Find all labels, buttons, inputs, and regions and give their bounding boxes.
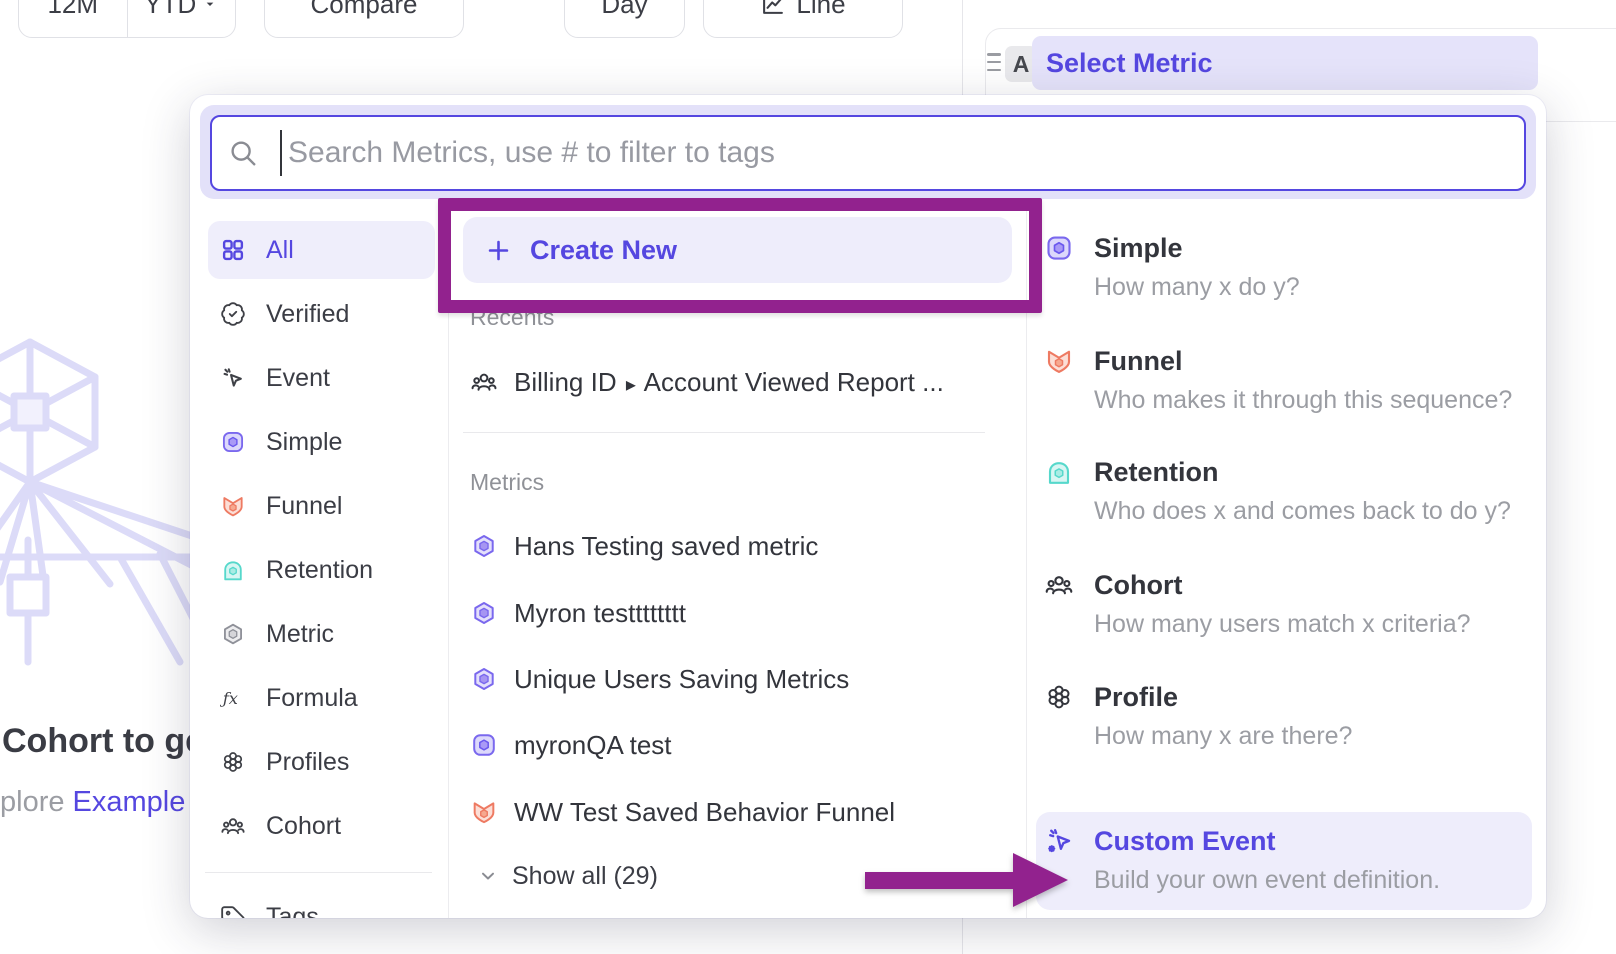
search-metrics-input[interactable] xyxy=(210,115,1526,191)
tag-icon xyxy=(220,905,246,919)
funnel-icon xyxy=(1044,346,1074,376)
cohort-icon xyxy=(1044,570,1074,600)
sidebar-item-funnel[interactable]: Funnel xyxy=(208,477,435,535)
cohort-icon xyxy=(220,813,246,839)
empty-state-explore-line: plore Example R xyxy=(0,786,214,819)
metric-list-item[interactable]: WW Test Saved Behavior Funnel xyxy=(470,792,895,832)
explore-text: plore xyxy=(0,786,73,818)
type-simple[interactable]: SimpleHow many x do y? xyxy=(1044,228,1300,304)
line-chart-icon xyxy=(760,0,786,17)
sidebar-item-cohort[interactable]: Cohort xyxy=(208,797,435,855)
text-cursor xyxy=(280,130,282,176)
saved-metric-hexagon-icon xyxy=(470,532,498,560)
type-retention[interactable]: RetentionWho does x and comes back to do… xyxy=(1044,452,1511,528)
metric-list-item[interactable]: Hans Testing saved metric xyxy=(470,526,818,566)
recent-item-label: Billing ID ▸ Account Viewed Report ... xyxy=(514,367,944,398)
type-profile[interactable]: ProfileHow many x are there? xyxy=(1044,677,1352,753)
plus-icon xyxy=(485,237,512,264)
sidebar-item-metric[interactable]: Metric xyxy=(208,605,435,663)
metric-list-item[interactable]: Myron testttttttt xyxy=(470,593,686,633)
sidebar-item-event[interactable]: Event xyxy=(208,349,435,407)
range-ytd-button[interactable]: YTD xyxy=(127,0,236,37)
type-funnel[interactable]: FunnelWho makes it through this sequence… xyxy=(1044,341,1512,417)
sidebar-item-verified[interactable]: Verified xyxy=(208,285,435,343)
simple-metric-icon xyxy=(470,731,498,759)
metric-list-item[interactable]: myronQA test xyxy=(470,725,672,765)
range-12m-button[interactable]: 12M xyxy=(19,0,127,37)
funnel-icon xyxy=(220,493,246,519)
recent-item-billing[interactable]: Billing ID ▸ Account Viewed Report ... xyxy=(470,362,944,402)
chevron-down-icon xyxy=(478,866,498,886)
type-custom-event[interactable]: Custom EventBuild your own event definit… xyxy=(1044,821,1440,897)
cohort-icon xyxy=(470,368,498,396)
search-icon xyxy=(228,138,258,168)
line-chart-type-button[interactable]: Line xyxy=(703,0,903,38)
simple-metric-icon xyxy=(1044,233,1074,263)
saved-metric-hexagon-icon xyxy=(470,665,498,693)
column-divider xyxy=(448,207,449,918)
recents-heading: Recents xyxy=(470,304,554,331)
column-divider xyxy=(1026,207,1027,918)
select-metric-pill[interactable]: Select Metric xyxy=(1032,36,1538,90)
caret-down-icon xyxy=(202,0,218,12)
type-cohort[interactable]: CohortHow many users match x criteria? xyxy=(1044,565,1471,641)
funnel-icon xyxy=(470,798,498,826)
sidebar-item-tags-clipped[interactable]: Tags xyxy=(220,903,319,918)
profiles-icon xyxy=(220,749,246,775)
profiles-icon xyxy=(1044,682,1074,712)
drag-handle-icon[interactable] xyxy=(987,53,1001,71)
grid-icon xyxy=(220,237,246,263)
retention-icon xyxy=(220,557,246,583)
metric-hexagon-icon xyxy=(220,621,246,647)
show-all-toggle[interactable]: Show all (29) xyxy=(478,856,658,896)
sidebar-divider xyxy=(205,872,432,873)
create-new-button[interactable]: Create New xyxy=(463,217,1012,283)
empty-state-headline: Cohort to ge xyxy=(2,722,204,761)
date-range-segmented-control: 12M YTD xyxy=(18,0,236,38)
metric-list-item[interactable]: Unique Users Saving Metrics xyxy=(470,659,849,699)
sidebar-item-profiles[interactable]: Profiles xyxy=(208,733,435,791)
custom-event-icon xyxy=(1044,826,1074,856)
recents-metrics-divider xyxy=(463,432,985,433)
day-granularity-button[interactable]: Day xyxy=(564,0,685,38)
saved-metric-hexagon-icon xyxy=(470,599,498,627)
report-page: Cohort to ge plore Example R 12M YTD Com… xyxy=(0,0,1616,954)
sidebar-item-formula[interactable]: Formula xyxy=(208,669,435,727)
event-cursor-icon xyxy=(220,365,246,391)
verified-badge-icon xyxy=(220,301,246,327)
sidebar-item-all[interactable]: All xyxy=(208,221,435,279)
sidebar-item-retention[interactable]: Retention xyxy=(208,541,435,599)
compare-button[interactable]: Compare xyxy=(264,0,464,38)
empty-state-wireframe-graphic xyxy=(0,332,200,672)
sidebar-item-simple[interactable]: Simple xyxy=(208,413,435,471)
simple-metric-icon xyxy=(220,429,246,455)
formula-icon xyxy=(220,685,246,711)
retention-icon xyxy=(1044,457,1074,487)
metrics-heading: Metrics xyxy=(470,469,544,496)
caret-separator: ▸ xyxy=(626,374,636,396)
metric-picker-modal: All Verified Event Simple Funnel Retenti… xyxy=(190,95,1546,918)
